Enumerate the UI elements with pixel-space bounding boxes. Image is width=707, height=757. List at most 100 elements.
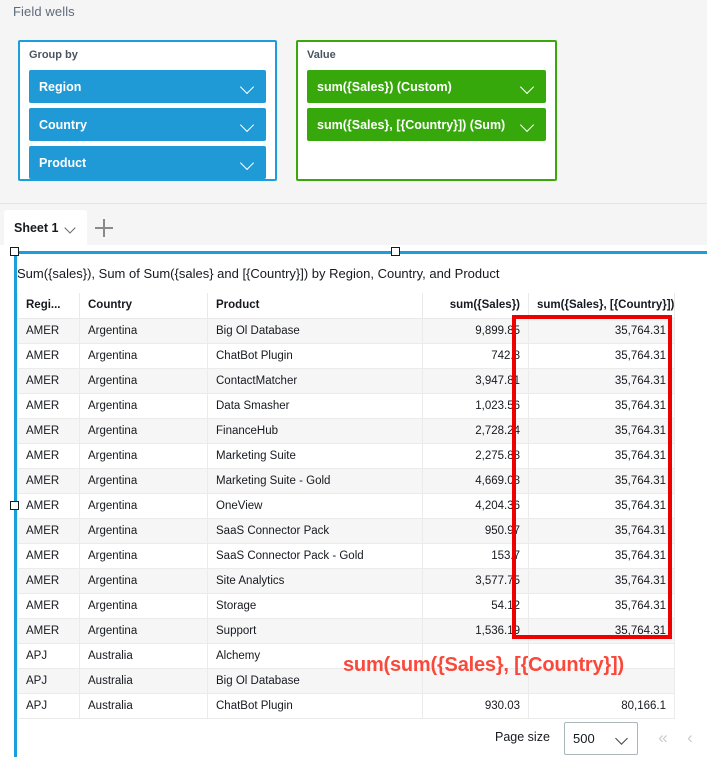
table-row[interactable]: APJAustraliaChatBot Plugin930.0380,166.1 xyxy=(18,693,675,718)
resize-handle-left-middle[interactable] xyxy=(10,501,19,510)
cell-sales: 3,947.81 xyxy=(423,368,529,393)
cell-csales: 35,764.31 xyxy=(529,343,675,368)
chevron-down-icon[interactable] xyxy=(520,79,536,95)
cell-country: Argentina xyxy=(80,618,208,643)
cell-country: Argentina xyxy=(80,318,208,343)
value-pill-sum-sales-country-sum-label: sum({Sales}, [{Country}]) (Sum) xyxy=(317,118,520,132)
cell-csales: 35,764.31 xyxy=(529,593,675,618)
column-header-region[interactable]: Regi... xyxy=(18,293,80,318)
table-row[interactable]: AMERArgentinaSaaS Connector Pack - Gold1… xyxy=(18,543,675,568)
tab-sheet-1[interactable]: Sheet 1 xyxy=(4,210,87,246)
value-pill-sum-sales-country-sum[interactable]: sum({Sales}, [{Country}]) (Sum) xyxy=(307,108,546,141)
cell-product: ChatBot Plugin xyxy=(208,343,423,368)
value-well-label: Value xyxy=(307,49,336,61)
plus-icon[interactable] xyxy=(95,219,113,237)
table-row[interactable]: AMERArgentinaOneView4,204.3635,764.31 xyxy=(18,493,675,518)
chevron-down-icon[interactable] xyxy=(240,117,256,133)
cell-csales: 35,764.31 xyxy=(529,618,675,643)
resize-handle-top-middle[interactable] xyxy=(391,247,400,256)
tab-sheet-1-label: Sheet 1 xyxy=(14,221,58,235)
cell-region: AMER xyxy=(18,468,80,493)
cell-product: Marketing Suite xyxy=(208,443,423,468)
field-wells-panel: Field wells Group by Region Country Prod… xyxy=(0,0,707,203)
cell-product: SaaS Connector Pack - Gold xyxy=(208,543,423,568)
chevron-left-icon[interactable]: ‹ xyxy=(680,728,700,748)
group-by-pill-region-label: Region xyxy=(39,80,240,94)
cell-country: Argentina xyxy=(80,368,208,393)
cell-region: AMER xyxy=(18,493,80,518)
page-size-select[interactable]: 500 xyxy=(564,722,638,755)
cell-csales: 35,764.31 xyxy=(529,443,675,468)
table-row[interactable]: AMERArgentinaFinanceHub2,728.2435,764.31 xyxy=(18,418,675,443)
column-header-country[interactable]: Country xyxy=(80,293,208,318)
cell-csales: 35,764.31 xyxy=(529,543,675,568)
resize-handle-top-left[interactable] xyxy=(10,247,19,256)
cell-product: Marketing Suite - Gold xyxy=(208,468,423,493)
table-row[interactable]: AMERArgentinaSaaS Connector Pack950.9735… xyxy=(18,518,675,543)
cell-sales: 4,669.08 xyxy=(423,468,529,493)
cell-product: Big Ol Database xyxy=(208,318,423,343)
cell-region: AMER xyxy=(18,393,80,418)
cell-country: Australia xyxy=(80,643,208,668)
cell-product: Data Smasher xyxy=(208,393,423,418)
cell-sales: 54.12 xyxy=(423,593,529,618)
group-by-pill-region[interactable]: Region xyxy=(29,70,266,103)
value-pill-sum-sales-custom[interactable]: sum({Sales}) (Custom) xyxy=(307,70,546,103)
cell-region: AMER xyxy=(18,443,80,468)
double-chevron-left-icon[interactable]: « xyxy=(653,728,673,748)
group-by-pill-country[interactable]: Country xyxy=(29,108,266,141)
cell-country: Argentina xyxy=(80,518,208,543)
table-row[interactable]: AMERArgentinaSite Analytics3,577.7535,76… xyxy=(18,568,675,593)
column-header-sum-sales-country[interactable]: sum({Sales}, [{Country}]) xyxy=(529,293,675,318)
cell-region: AMER xyxy=(18,418,80,443)
table-row[interactable]: AMERArgentinaBig Ol Database9,899.8535,7… xyxy=(18,318,675,343)
table-row[interactable]: AMERArgentinaSupport1,536.1935,764.31 xyxy=(18,618,675,643)
cell-country: Australia xyxy=(80,693,208,718)
cell-region: AMER xyxy=(18,343,80,368)
chevron-down-icon[interactable] xyxy=(240,79,256,95)
pagination-bar: Page size 500 « ‹ › xyxy=(0,722,707,757)
cell-csales: 35,764.31 xyxy=(529,493,675,518)
table-row[interactable]: AMERArgentinaMarketing Suite - Gold4,669… xyxy=(18,468,675,493)
group-by-pill-country-label: Country xyxy=(39,118,240,132)
chevron-down-icon[interactable] xyxy=(240,155,256,171)
table-row[interactable]: AMERArgentinaStorage54.1235,764.31 xyxy=(18,593,675,618)
value-pill-sum-sales-custom-label: sum({Sales}) (Custom) xyxy=(317,80,520,94)
cell-product: Site Analytics xyxy=(208,568,423,593)
cell-region: AMER xyxy=(18,368,80,393)
table-row[interactable]: AMERArgentinaChatBot Plugin742.835,764.3… xyxy=(18,343,675,368)
cell-csales: 35,764.31 xyxy=(529,418,675,443)
cell-csales: 80,166.1 xyxy=(529,693,675,718)
cell-product: Support xyxy=(208,618,423,643)
value-well[interactable]: Value sum({Sales}) (Custom) sum({Sales},… xyxy=(296,40,557,181)
cell-country: Argentina xyxy=(80,343,208,368)
chevron-down-icon[interactable] xyxy=(616,732,629,745)
chevron-right-icon[interactable]: › xyxy=(701,728,707,748)
cell-csales: 35,764.31 xyxy=(529,318,675,343)
column-header-sum-sales[interactable]: sum({Sales}) xyxy=(423,293,529,318)
annotation-label: sum(sum({Sales}, [{Country}]) xyxy=(343,654,624,677)
cell-country: Australia xyxy=(80,668,208,693)
cell-region: APJ xyxy=(18,668,80,693)
group-by-well[interactable]: Group by Region Country Product xyxy=(18,40,277,181)
table-row[interactable]: AMERArgentinaContactMatcher3,947.8135,76… xyxy=(18,368,675,393)
cell-product: ChatBot Plugin xyxy=(208,693,423,718)
chevron-down-icon[interactable] xyxy=(520,117,536,133)
cell-region: AMER xyxy=(18,618,80,643)
cell-region: APJ xyxy=(18,693,80,718)
column-header-product[interactable]: Product xyxy=(208,293,423,318)
cell-product: FinanceHub xyxy=(208,418,423,443)
cell-region: AMER xyxy=(18,318,80,343)
cell-country: Argentina xyxy=(80,393,208,418)
table-row[interactable]: AMERArgentinaData Smasher1,023.5635,764.… xyxy=(18,393,675,418)
visual-title: Sum({sales}), Sum of Sum({sales} and [{C… xyxy=(17,266,499,281)
cell-sales: 4,204.36 xyxy=(423,493,529,518)
group-by-pill-product-label: Product xyxy=(39,156,240,170)
cell-sales: 9,899.85 xyxy=(423,318,529,343)
cell-csales: 35,764.31 xyxy=(529,568,675,593)
chevron-down-icon[interactable] xyxy=(65,222,77,234)
cell-csales: 35,764.31 xyxy=(529,393,675,418)
cell-country: Argentina xyxy=(80,418,208,443)
table-row[interactable]: AMERArgentinaMarketing Suite2,275.8835,7… xyxy=(18,443,675,468)
group-by-pill-product[interactable]: Product xyxy=(29,146,266,179)
